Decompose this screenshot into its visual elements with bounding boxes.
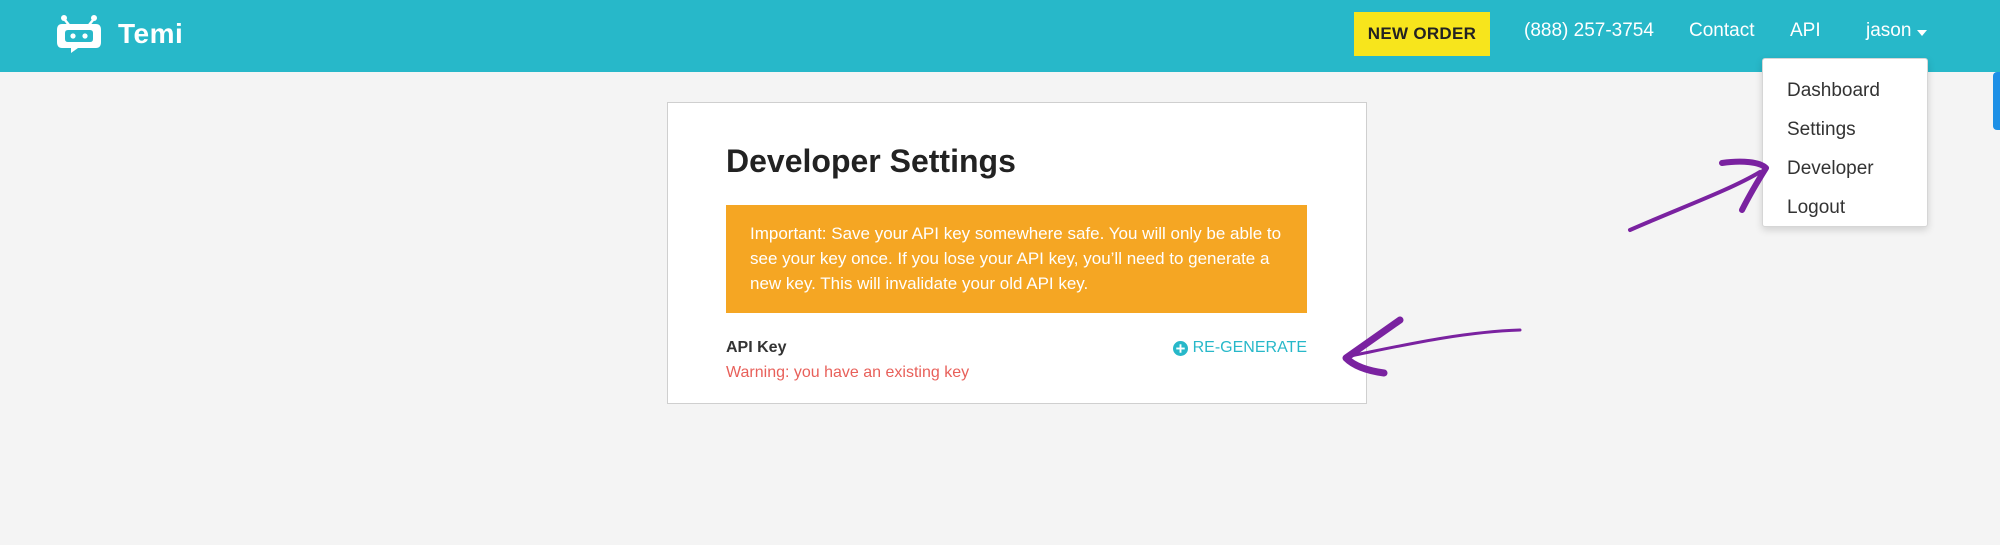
api-link[interactable]: API — [1790, 20, 1821, 42]
contact-link[interactable]: Contact — [1689, 20, 1754, 42]
top-navbar: Temi NEW ORDER (888) 257-3754 Contact AP… — [0, 0, 2000, 72]
brand-logo[interactable]: Temi — [56, 14, 183, 54]
regenerate-button[interactable]: RE-GENERATE — [1172, 339, 1307, 357]
phone-link[interactable]: (888) 257-3754 — [1524, 20, 1654, 42]
dropdown-item-dashboard[interactable]: Dashboard — [1763, 71, 1927, 110]
annotation-arrow-developer — [1628, 158, 1769, 232]
api-key-alert: Important: Save your API key somewhere s… — [726, 205, 1307, 313]
scrollbar-thumb[interactable] — [1993, 72, 2000, 130]
user-menu-toggle[interactable]: jason — [1866, 20, 1928, 42]
plus-circle-icon — [1172, 340, 1188, 356]
caret-down-icon — [1917, 29, 1928, 36]
regenerate-label: RE-GENERATE — [1192, 339, 1307, 356]
api-key-label: API Key — [726, 339, 787, 356]
user-name: jason — [1866, 20, 1912, 41]
annotation-arrow-regenerate — [1342, 316, 1522, 377]
dropdown-item-developer[interactable]: Developer — [1763, 149, 1927, 188]
existing-key-warning: Warning: you have an existing key — [726, 364, 970, 381]
developer-settings-card: Developer Settings Important: Save your … — [667, 102, 1367, 404]
page-title: Developer Settings — [726, 143, 1016, 179]
user-dropdown-menu: Dashboard Settings Developer Logout — [1762, 58, 1928, 227]
dropdown-item-logout[interactable]: Logout — [1763, 188, 1927, 227]
robot-face-icon — [57, 15, 101, 53]
dropdown-item-settings[interactable]: Settings — [1763, 110, 1927, 149]
new-order-button[interactable]: NEW ORDER — [1354, 12, 1490, 56]
brand-name: Temi — [118, 18, 184, 49]
